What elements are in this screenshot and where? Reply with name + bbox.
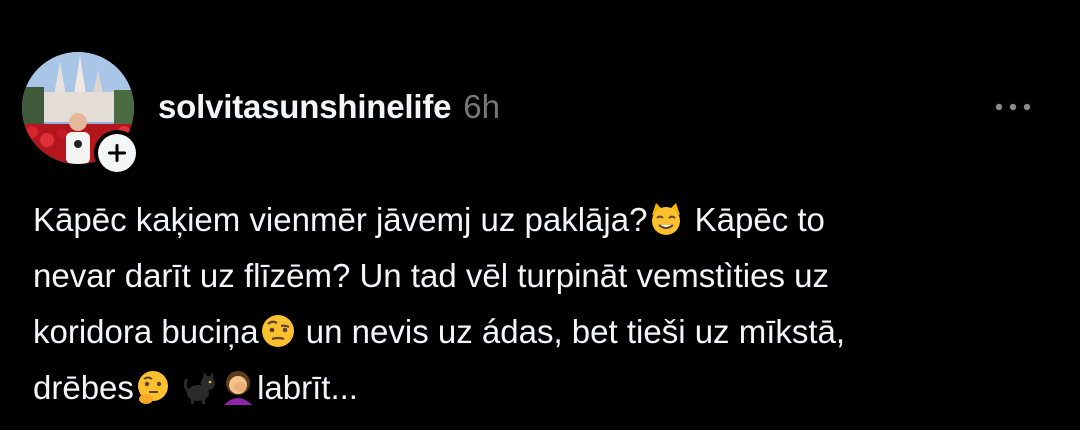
plus-icon — [98, 134, 136, 172]
post-text-line: nevar darīt uz flīzēm? Un tad vēl turpin… — [33, 257, 830, 294]
follow-button[interactable] — [94, 130, 140, 176]
black-cat-emoji — [183, 372, 216, 404]
post-timestamp: 6h — [463, 88, 500, 125]
cat-face-emoji — [652, 203, 681, 235]
post-text-line: koridora buciņa un nevis uz ádas, bet ti… — [33, 313, 846, 350]
thinking-face-emoji — [137, 371, 168, 404]
more-options-button[interactable] — [990, 90, 1036, 124]
raised-eyebrow-emoji — [261, 315, 294, 347]
post-text-line: drēbes labrīt... — [33, 369, 358, 406]
author-avatar-container — [20, 50, 140, 176]
woman-facepalming-emoji — [224, 371, 253, 405]
thread-post: solvitasunshinelife 6h Kāpēc kaķiem vien… — [0, 0, 1080, 430]
post-text-line: Kāpēc kaķiem vienmēr jāvemj uz paklāja? … — [33, 201, 825, 238]
ellipsis-icon — [995, 103, 1031, 111]
post-header: solvitasunshinelife 6h — [158, 84, 500, 130]
author-username[interactable]: solvitasunshinelife — [158, 88, 451, 126]
post-body: Kāpēc kaķiem vienmēr jāvemj uz paklāja? … — [33, 192, 1063, 416]
